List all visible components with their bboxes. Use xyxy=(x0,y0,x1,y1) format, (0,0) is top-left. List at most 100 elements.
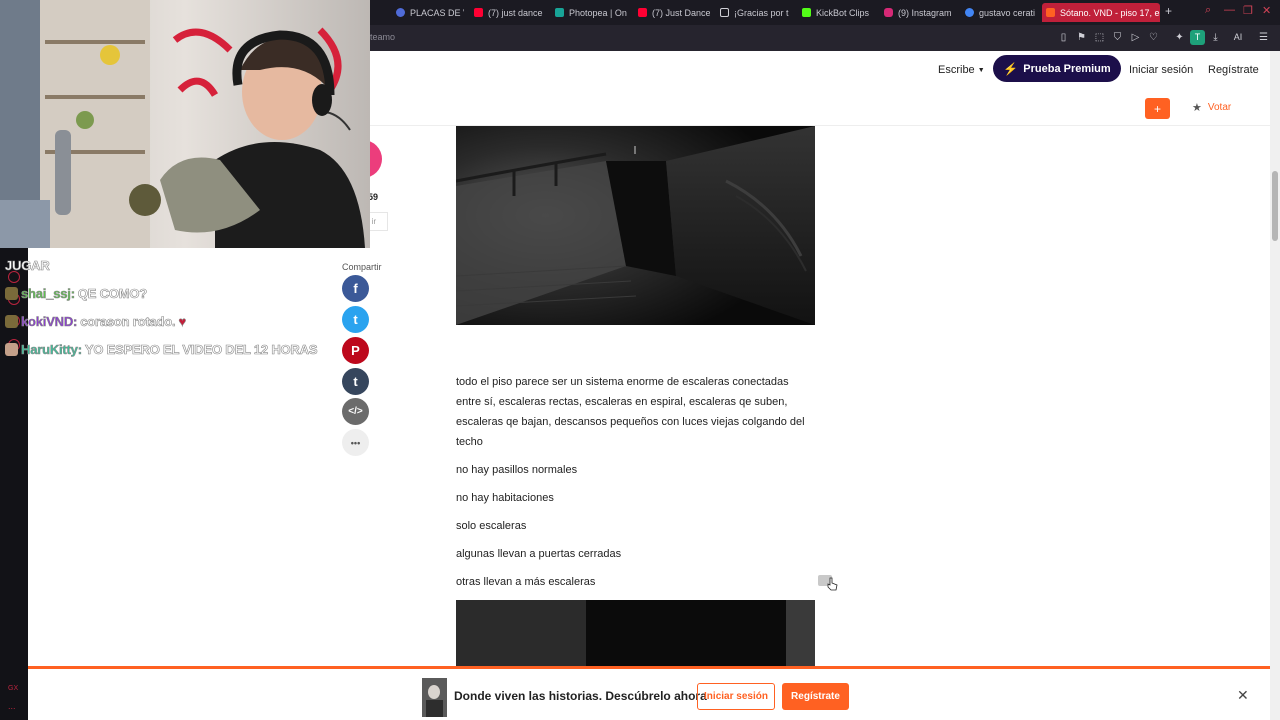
plus-label: + xyxy=(1153,101,1161,116)
banner-text: Donde viven las historias. Descúbrelo ah… xyxy=(454,689,707,703)
wattpad-icon xyxy=(1046,8,1055,17)
tab-sotano-active[interactable]: Sótano. VND - piso 17, es xyxy=(1042,3,1160,22)
login-link[interactable]: Iniciar sesión xyxy=(1129,64,1193,76)
book-cover-image xyxy=(422,678,447,717)
extensions-icon[interactable]: ✦ xyxy=(1174,32,1185,43)
tab-label: Sótano. VND - piso 17, es xyxy=(1060,7,1160,18)
banner-book-cover xyxy=(422,678,447,717)
share-more-button[interactable]: ••• xyxy=(342,429,369,456)
facebook-icon: f xyxy=(353,281,358,296)
maximize-icon[interactable]: ❐ xyxy=(1243,4,1253,17)
gx-label: GX xyxy=(8,685,19,692)
profile-avatar[interactable]: T xyxy=(1190,30,1205,45)
share-pinterest-button[interactable]: P xyxy=(342,337,369,364)
tumblr-icon: t xyxy=(353,374,358,389)
menu-icon[interactable]: ☰ xyxy=(1258,32,1269,43)
write-dropdown[interactable]: Escribe ▼ xyxy=(938,64,985,76)
chat-message: shai_ssj: QE COMO? xyxy=(5,286,148,302)
signup-banner: Donde viven las historias. Descúbrelo ah… xyxy=(28,666,1270,720)
banner-register-button[interactable]: Regístrate xyxy=(782,683,849,710)
chat-badge-icon xyxy=(5,343,18,356)
instagram-icon xyxy=(884,8,893,17)
minimize-icon[interactable]: — xyxy=(1224,4,1235,16)
banner-register-label: Regístrate xyxy=(791,691,840,702)
premium-label: Prueba Premium xyxy=(1023,62,1111,75)
story-image-stairs-2 xyxy=(456,600,815,667)
ai-label: AI xyxy=(1233,32,1243,42)
write-label: Escribe xyxy=(938,64,975,76)
tab-gustavo-cerati[interactable]: gustavo cerati xyxy=(961,3,1037,22)
tab-just-dance-1[interactable]: (7) just dance xyxy=(470,3,546,22)
tab-kickbot[interactable]: KickBot Clips xyxy=(798,3,874,22)
tab-label: (7) just dance xyxy=(488,7,543,18)
banner-login-label: Iniciar sesión xyxy=(704,691,768,702)
follow-label: ir xyxy=(371,217,377,226)
bookmark-icon[interactable]: ⚑ xyxy=(1076,32,1087,43)
chat-username: shai_ssj: xyxy=(21,286,76,302)
close-icon[interactable]: ✕ xyxy=(1237,687,1249,704)
more-icon[interactable]: ... xyxy=(8,701,16,711)
hand-cursor-icon xyxy=(827,577,838,591)
screenshot-icon[interactable]: ⬚ xyxy=(1094,32,1105,43)
chat-text: YO ESPERO EL VIDEO DEL 12 HORAS xyxy=(84,342,318,358)
caret-down-icon: ▼ xyxy=(977,66,985,74)
chat-text: JUGAR xyxy=(5,258,50,274)
search-icon[interactable]: ⌕ xyxy=(1205,4,1211,17)
bolt-icon: ⚡ xyxy=(1003,61,1019,76)
chat-badge-icon xyxy=(5,287,18,300)
tab-label: PLACAS DE V xyxy=(410,7,464,18)
page-scrollbar[interactable] xyxy=(1270,51,1280,720)
story-paragraph: otras llevan a más escaleras xyxy=(456,576,596,588)
url-text[interactable]: teamo xyxy=(370,32,395,42)
heart-icon[interactable]: ♡ xyxy=(1148,32,1159,43)
story-paragraph: todo el piso parece ser un sistema enorm… xyxy=(456,376,805,448)
pinterest-icon: P xyxy=(351,343,360,358)
ai-button[interactable]: AI xyxy=(1228,32,1248,43)
vote-button[interactable]: ★ Votar xyxy=(1192,101,1231,114)
chat-text: QE COMO? xyxy=(77,286,148,302)
tab-just-dance-2[interactable]: (7) Just Dance xyxy=(634,3,710,22)
chat-username: HaruKitty: xyxy=(21,342,83,358)
shield-icon[interactable]: ⛉ xyxy=(1112,32,1123,43)
tab-label: KickBot Clips xyxy=(816,7,870,18)
share-label: Compartir xyxy=(342,262,382,272)
premium-button[interactable]: ⚡ Prueba Premium xyxy=(993,55,1121,82)
broken-heart-icon: ♥ xyxy=(178,314,186,330)
photopea-icon xyxy=(555,8,564,17)
star-icon: ★ xyxy=(1192,102,1202,114)
document-icon xyxy=(720,8,729,17)
chat-message: kokiVND: corason rotado. ♥ xyxy=(5,314,186,329)
download-icon[interactable]: ⤓ xyxy=(1210,32,1221,43)
story-paragraph: no hay habitaciones xyxy=(456,492,554,504)
share-twitter-button[interactable]: t xyxy=(342,306,369,333)
share-facebook-button[interactable]: f xyxy=(342,275,369,302)
tab-instagram[interactable]: (9) Instagram xyxy=(880,3,956,22)
tab-favicon-generic-icon xyxy=(396,8,405,17)
tab-placas[interactable]: PLACAS DE V xyxy=(392,3,464,22)
share-embed-button[interactable]: </> xyxy=(342,398,369,425)
play-icon[interactable]: ▷ xyxy=(1130,32,1141,43)
story-paragraph: no hay pasillos normales xyxy=(456,464,578,476)
stairs-photo xyxy=(456,600,815,667)
register-link[interactable]: Regístrate xyxy=(1208,64,1259,76)
story-image-stairs xyxy=(456,126,815,325)
close-window-icon[interactable]: ✕ xyxy=(1262,4,1271,17)
tab-gracias[interactable]: ¡Gracias por t xyxy=(716,3,792,22)
banner-login-button[interactable]: Iniciar sesión xyxy=(697,683,775,710)
embed-icon: </> xyxy=(348,406,363,417)
chat-username: kokiVND: xyxy=(21,314,78,330)
tab-label: gustavo cerati xyxy=(979,7,1036,18)
split-view-icon[interactable]: ▯ xyxy=(1058,32,1069,43)
screen: PLACAS DE V (7) just dance Photopea | On… xyxy=(0,0,1280,720)
new-tab-button[interactable]: + xyxy=(1165,4,1172,18)
story-paragraph: solo escaleras xyxy=(456,520,527,532)
tab-photopea[interactable]: Photopea | On xyxy=(551,3,627,22)
tab-label: (7) Just Dance xyxy=(652,7,710,18)
webcam-feed xyxy=(0,0,370,248)
add-to-list-button[interactable]: + xyxy=(1145,98,1170,119)
scrollbar-thumb[interactable] xyxy=(1272,171,1278,241)
kickbot-icon xyxy=(802,8,811,17)
twitter-icon: t xyxy=(353,312,358,327)
chat-message-partial: JUGAR xyxy=(5,258,50,274)
share-tumblr-button[interactable]: t xyxy=(342,368,369,395)
